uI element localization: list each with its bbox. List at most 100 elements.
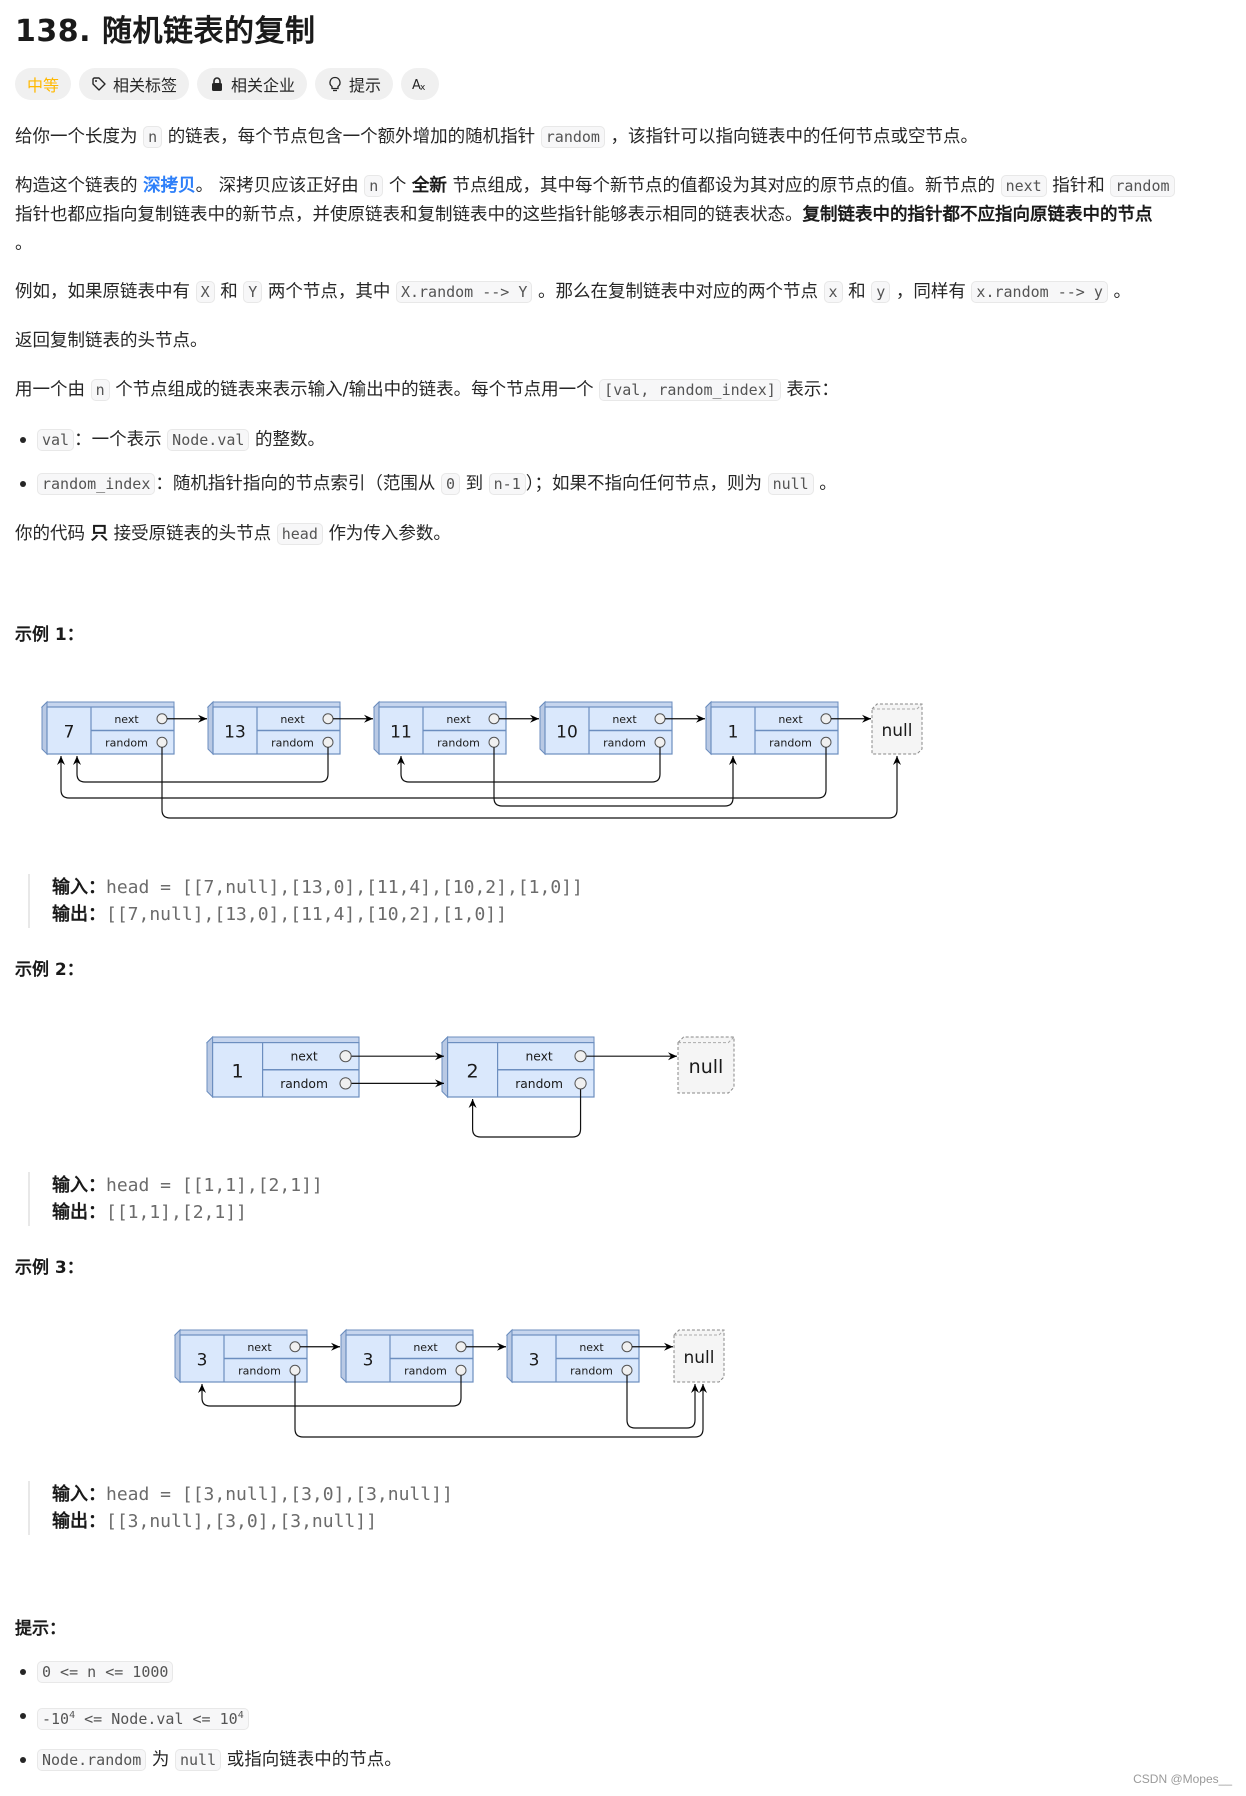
random-label: random: [515, 1077, 563, 1091]
node-value: 3: [363, 1351, 374, 1371]
input-label: 输入：: [52, 1175, 106, 1196]
bullet-dot: [20, 437, 26, 443]
inline-code: n: [364, 175, 384, 197]
difficulty-badge[interactable]: 中等: [15, 68, 72, 100]
random-pointer-dot: [156, 736, 168, 748]
constraints-heading: 提示：: [15, 1619, 66, 1639]
description-paragraph-1: 给你一个长度为 n 的链表，每个节点包含一个额外增加的随机指针 random ，…: [15, 122, 978, 152]
description-paragraph-2-line-2: 指针也都应指向复制链表中的新节点，并使原链表和复制链表中的这些指针能够表示相同的…: [15, 200, 1153, 230]
translate-button[interactable]: Ax: [401, 68, 440, 100]
text: 你的代码: [15, 524, 85, 544]
node-side-face: [41, 700, 48, 756]
node-value: 3: [529, 1351, 540, 1371]
random-arrow: [626, 1375, 699, 1429]
related-tags-label: 相关标签: [113, 76, 178, 95]
next-label: next: [280, 713, 305, 726]
random-pointer-dot: [820, 736, 832, 748]
exponent: 4: [237, 1710, 244, 1721]
node-top-face: [40, 701, 175, 708]
description-paragraph-3: 例如，如果原链表中有 X 和 Y 两个节点，其中 X.random --> Y …: [15, 277, 1131, 307]
constraint-2: -104 <= Node.val <= 104: [37, 1701, 249, 1734]
translate-icon: Ax: [412, 78, 426, 92]
text: 或指向链表中的节点。: [226, 1750, 402, 1770]
node-side-face: [174, 1328, 181, 1384]
related-companies-button[interactable]: 相关企业: [197, 68, 308, 100]
difficulty-label: 中等: [27, 76, 60, 95]
node-top-face: [505, 1329, 640, 1336]
random-label: random: [238, 1364, 281, 1377]
node-side-face: [506, 1328, 513, 1384]
node-top-face: [173, 1329, 308, 1336]
next-label: next: [413, 1341, 438, 1354]
random-pointer-dot: [289, 1364, 301, 1376]
deep-copy-link[interactable]: 深拷贝: [143, 176, 196, 196]
random-pointer-dot: [654, 736, 666, 748]
description-paragraph-6: 你的代码 只 接受原链表的头节点 head 作为传入参数。: [15, 519, 451, 549]
node-side-face: [373, 700, 380, 756]
node-value: 11: [390, 723, 412, 743]
random-label: random: [404, 1364, 447, 1377]
list-node: 11 next random: [372, 700, 507, 756]
node-value: 1: [232, 1061, 244, 1083]
next-label: next: [778, 713, 803, 726]
node-top-face: [440, 1036, 595, 1044]
list-node: 10 next random: [538, 700, 673, 756]
watermark: CSDN @Mopes__: [1133, 1772, 1232, 1786]
next-pointer-dot: [654, 713, 666, 725]
next-pointer-dot: [322, 713, 334, 725]
text: ：随机指针指向的节点索引（范围从: [155, 474, 436, 494]
node-side-face: [441, 1035, 449, 1099]
node-value: 10: [556, 723, 578, 743]
node-top-face: [704, 701, 839, 708]
example-1-diagram: 7 next random 13 next random 11 next random 10 nex…: [40, 700, 923, 819]
example-3-block: 输入：head = [[3,null],[3,0],[3,null]] 输出：[…: [28, 1481, 453, 1535]
text: 个节点组成的链表来表示输入/输出中的链表。每个节点用一个: [115, 380, 594, 400]
example-3-heading: 示例 3：: [15, 1258, 84, 1278]
text: 。: [15, 234, 33, 254]
text: 。: [1113, 282, 1131, 302]
output-value: [[3,null],[3,0],[3,null]]: [106, 1511, 377, 1532]
node-value: 7: [64, 723, 75, 743]
svg-text:x: x: [420, 83, 426, 92]
inline-code: X.random --> Y: [395, 281, 533, 303]
node-top-face: [205, 1036, 360, 1044]
node-value: 13: [224, 723, 246, 743]
next-label: next: [290, 1050, 317, 1064]
random-label: random: [437, 736, 480, 749]
input-value: head = [[3,null],[3,0],[3,null]]: [106, 1484, 453, 1505]
text: 构造这个链表的: [15, 176, 138, 196]
code-part: <= Node.val <= 10: [75, 1710, 238, 1728]
bullet-dot: [20, 481, 26, 487]
text: ）；如果不指向任何节点，则为: [525, 474, 762, 494]
lightbulb-icon: [329, 76, 341, 92]
node-value: 1: [728, 723, 739, 743]
text: ：一个表示: [74, 430, 162, 450]
random-arrow: [493, 747, 737, 807]
next-pointer-dot: [574, 1050, 587, 1063]
random-pointer-dot: [339, 1077, 352, 1090]
next-pointer-dot: [289, 1341, 301, 1353]
description-paragraph-4: 返回复制链表的头节点。: [15, 331, 208, 351]
hint-button[interactable]: 提示: [315, 68, 394, 100]
inline-code: Node.val: [167, 429, 250, 451]
inline-code: Y: [243, 281, 263, 303]
random-label: random: [280, 1077, 328, 1091]
next-label: next: [446, 713, 471, 726]
tag-icon: [92, 77, 106, 91]
example-1-block: 输入：head = [[7,null],[13,0],[11,4],[10,2]…: [28, 874, 583, 928]
text: 和: [848, 282, 866, 302]
null-node: null: [871, 703, 923, 755]
input-value: head = [[1,1],[2,1]]: [106, 1175, 323, 1196]
bold-text: 全新: [411, 176, 447, 196]
list-node: 7 next random: [40, 700, 175, 756]
next-pointer-dot: [339, 1050, 352, 1063]
related-tags-button[interactable]: 相关标签: [79, 68, 190, 100]
output-value: [[1,1],[2,1]]: [106, 1202, 247, 1223]
node-side-face: [705, 700, 712, 756]
random-pointer-dot: [621, 1364, 633, 1376]
output-value: [[7,null],[13,0],[11,4],[10,2],[1,0]]: [106, 904, 507, 925]
next-pointer-dot: [488, 713, 500, 725]
null-node: null: [673, 1329, 725, 1383]
random-label: random: [603, 736, 646, 749]
node-side-face: [539, 700, 546, 756]
